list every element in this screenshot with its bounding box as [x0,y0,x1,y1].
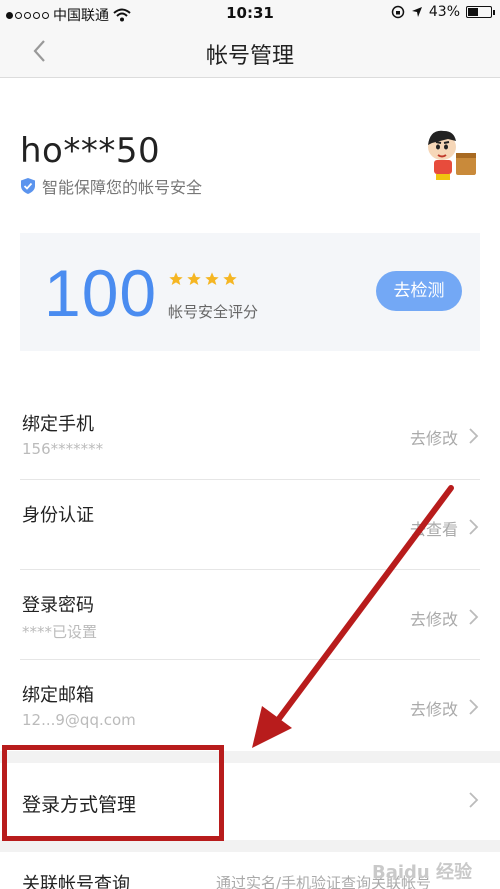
star-icon [205,272,219,285]
list-item-phone[interactable]: 绑定手机 156******* 去修改 [0,388,500,478]
chevron-right-icon [469,428,479,444]
item-action: 去修改 [409,429,458,448]
status-right: 43% [391,4,495,20]
location-icon [411,7,422,17]
score-label: 帐号安全评分 [168,303,259,321]
chevron-right-icon [469,792,479,808]
cartoon-avatar-icon [418,123,482,187]
security-score: 100 [44,256,158,330]
status-bar: 中国联通 10:31 43% [0,0,500,26]
item-sub: 12...9@qq.com [22,711,136,729]
item-label: 登录密码 [22,595,94,616]
watermark-logo: Baidu 经验 [372,862,473,883]
username: ho***50 [20,131,161,171]
list-item-identity[interactable]: 身份认证 去查看 [0,479,500,569]
list-item-password[interactable]: 登录密码 ****已设置 去修改 [0,569,500,659]
section-gap [0,840,500,852]
rotation-lock-icon [391,5,405,19]
chevron-right-icon [469,609,479,625]
shield-check-icon [21,178,35,194]
highlight-box [2,745,224,841]
star-icon [169,272,183,285]
avatar[interactable] [418,123,482,187]
item-action: 去查看 [409,520,458,539]
item-action: 去修改 [409,700,458,719]
star-rating [168,271,238,287]
item-sub: ****已设置 [22,623,98,641]
security-note: 智能保障您的帐号安全 [20,174,202,198]
star-icon [187,272,201,285]
chevron-right-icon [469,519,479,535]
security-note-text: 智能保障您的帐号安全 [42,178,203,197]
security-score-card: 100 帐号安全评分 去检测 [20,233,480,351]
item-label: 绑定手机 [22,414,94,435]
nav-bar: 帐号管理 [0,26,500,78]
battery-percent: 43% [428,4,460,20]
item-label: 关联帐号查询 [22,874,130,889]
item-label: 绑定邮箱 [22,685,94,706]
battery-icon [466,6,495,18]
star-icon [223,272,237,285]
page-title: 帐号管理 [205,44,294,69]
list-item-email[interactable]: 绑定邮箱 12...9@qq.com 去修改 [0,659,500,749]
check-button[interactable]: 去检测 [376,271,462,311]
item-action: 去修改 [409,610,458,629]
chevron-right-icon [469,699,479,715]
item-sub: 156******* [22,440,104,458]
item-label: 身份认证 [22,505,94,526]
